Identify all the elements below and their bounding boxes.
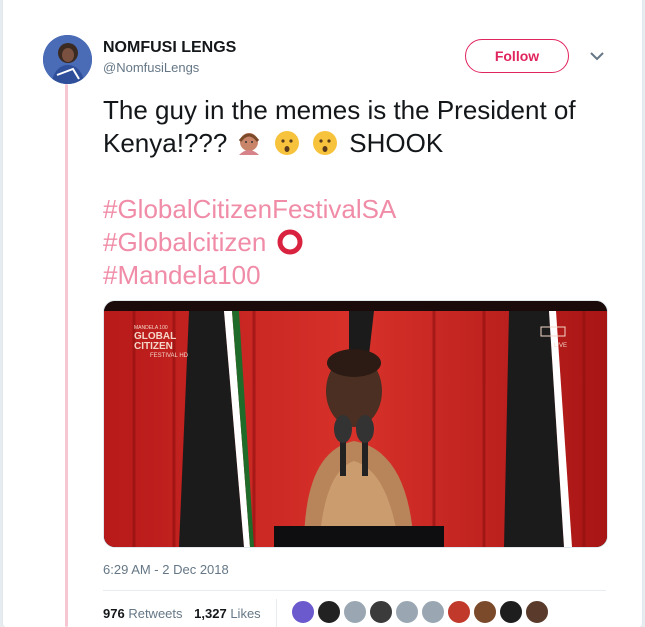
- tweet-text: The guy in the memes is the President of…: [103, 94, 623, 292]
- tweet-line-2-suffix: SHOOK: [349, 128, 444, 158]
- hushed-face-emoji: [313, 131, 338, 155]
- likes-label: Likes: [230, 606, 261, 621]
- liker-avatar[interactable]: [395, 600, 419, 624]
- likes-stat[interactable]: 1,327 Likes: [194, 606, 261, 621]
- liker-avatar[interactable]: [447, 600, 471, 624]
- hashtag-global-citizen-festival-sa[interactable]: #GlobalCitizenFestivalSA: [103, 194, 396, 224]
- divider: [103, 590, 606, 591]
- hashtag-global-citizen[interactable]: #Globalcitizen: [103, 227, 266, 257]
- retweets-label: Retweets: [128, 606, 183, 621]
- hushed-face-emoji: [274, 131, 299, 155]
- likers-avatars: [291, 600, 551, 624]
- liker-avatar[interactable]: [473, 600, 497, 624]
- author-name[interactable]: NOMFUSI LENGS: [103, 39, 236, 57]
- hashtag-mandela100[interactable]: #Mandela100: [103, 260, 261, 290]
- likes-count: 1,327: [194, 606, 227, 621]
- avatar[interactable]: [43, 35, 92, 84]
- tweet-stats: 976 Retweets 1,327 Likes: [103, 606, 269, 621]
- liker-avatar[interactable]: [525, 600, 549, 624]
- liker-avatar[interactable]: [343, 600, 367, 624]
- live-badge: LIVE: [554, 343, 567, 349]
- retweets-count: 976: [103, 606, 125, 621]
- hollow-red-circle-emoji: [277, 229, 303, 255]
- liker-avatar[interactable]: [369, 600, 393, 624]
- liker-avatar[interactable]: [291, 600, 315, 624]
- broadcast-logo-line3: CITIZEN: [134, 341, 173, 352]
- thread-line: [65, 84, 68, 627]
- tweet-media-image[interactable]: MANDELA 100 GLOBAL CITIZEN FESTIVAL HD L…: [103, 300, 608, 548]
- tweet-line-2-text: Kenya!???: [103, 128, 228, 158]
- woman-gesturing-ok-emoji: [238, 133, 259, 155]
- liker-avatar[interactable]: [317, 600, 341, 624]
- author-handle[interactable]: @NomfusiLengs: [103, 60, 199, 75]
- liker-avatar[interactable]: [421, 600, 445, 624]
- tweet-timestamp[interactable]: 6:29 AM - 2 Dec 2018: [103, 562, 229, 577]
- chevron-down-icon[interactable]: [588, 49, 606, 63]
- liker-avatar[interactable]: [499, 600, 523, 624]
- tweet-line-1: The guy in the memes is the President of: [103, 95, 576, 125]
- tweet-card: NOMFUSI LENGS @NomfusiLengs Follow The g…: [2, 0, 643, 627]
- tweet-line-2: Kenya!??? SHOOK: [103, 127, 623, 160]
- retweets-stat[interactable]: 976 Retweets: [103, 606, 183, 621]
- broadcast-logo-line4: FESTIVAL HD: [150, 353, 189, 359]
- stats-divider: [276, 599, 277, 627]
- follow-button[interactable]: Follow: [465, 39, 569, 73]
